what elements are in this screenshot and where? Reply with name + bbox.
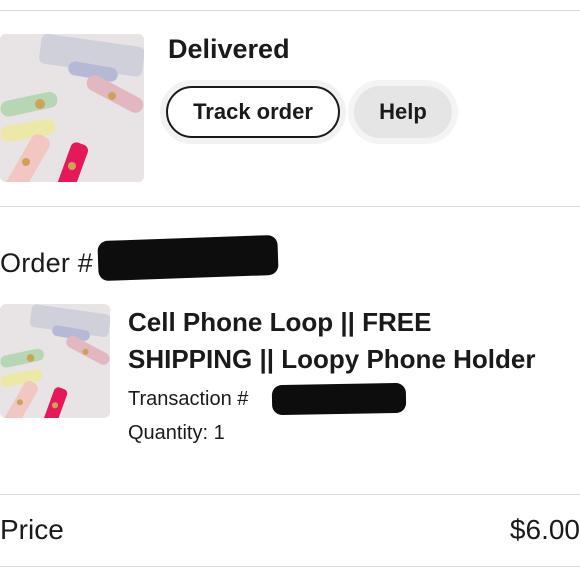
top-divider bbox=[0, 10, 580, 11]
phone-loop-image bbox=[0, 304, 110, 418]
price-label: Price bbox=[0, 514, 64, 545]
bottom-divider bbox=[0, 566, 580, 567]
item-title-line-1: Cell Phone Loop || FREE bbox=[128, 307, 432, 337]
price-value: $6.00 bbox=[509, 514, 580, 545]
quantity: Quantity: 1 bbox=[128, 422, 225, 444]
delivery-status: Delivered bbox=[168, 34, 290, 64]
order-label: Order # bbox=[0, 248, 93, 278]
item-thumbnail[interactable] bbox=[0, 304, 110, 418]
transaction-number: Transaction # bbox=[128, 388, 249, 410]
track-order-button[interactable]: Track order bbox=[166, 86, 340, 138]
product-thumbnail[interactable] bbox=[0, 34, 144, 182]
item-title-line-2: SHIPPING || Loopy Phone Holder bbox=[128, 344, 536, 374]
summary-divider bbox=[0, 494, 580, 495]
phone-loop-image bbox=[0, 34, 144, 182]
item-title[interactable]: Cell Phone Loop || FREE SHIPPING || Loop… bbox=[128, 304, 578, 378]
redaction-order-number bbox=[97, 234, 279, 282]
help-button[interactable]: Help bbox=[354, 86, 452, 138]
redaction-transaction-number bbox=[271, 382, 407, 416]
section-divider bbox=[0, 206, 580, 207]
